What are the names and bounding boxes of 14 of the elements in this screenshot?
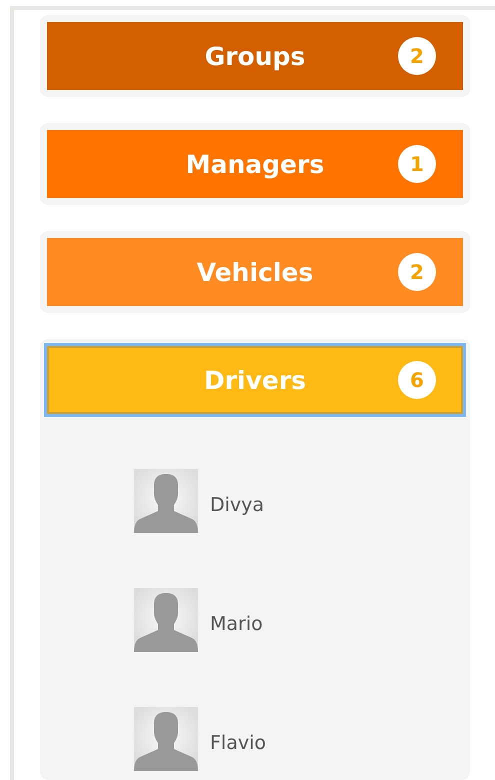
- section-header[interactable]: Drivers 6: [47, 346, 463, 414]
- driver-name[interactable]: Mario: [210, 613, 263, 635]
- avatar-icon: [134, 469, 198, 533]
- count-badge: 1: [398, 145, 436, 183]
- count-badge: 2: [398, 37, 436, 75]
- avatar-icon: [134, 707, 198, 771]
- count-badge: 2: [398, 253, 436, 291]
- driver-name[interactable]: Flavio: [210, 732, 266, 754]
- count-badge: 6: [398, 361, 436, 399]
- driver-name[interactable]: Divya: [210, 494, 264, 516]
- section-header[interactable]: Vehicles 2: [47, 238, 463, 306]
- section-header[interactable]: Groups 2: [47, 22, 463, 90]
- section-header[interactable]: Managers 1: [47, 130, 463, 198]
- avatar-icon: [134, 588, 198, 652]
